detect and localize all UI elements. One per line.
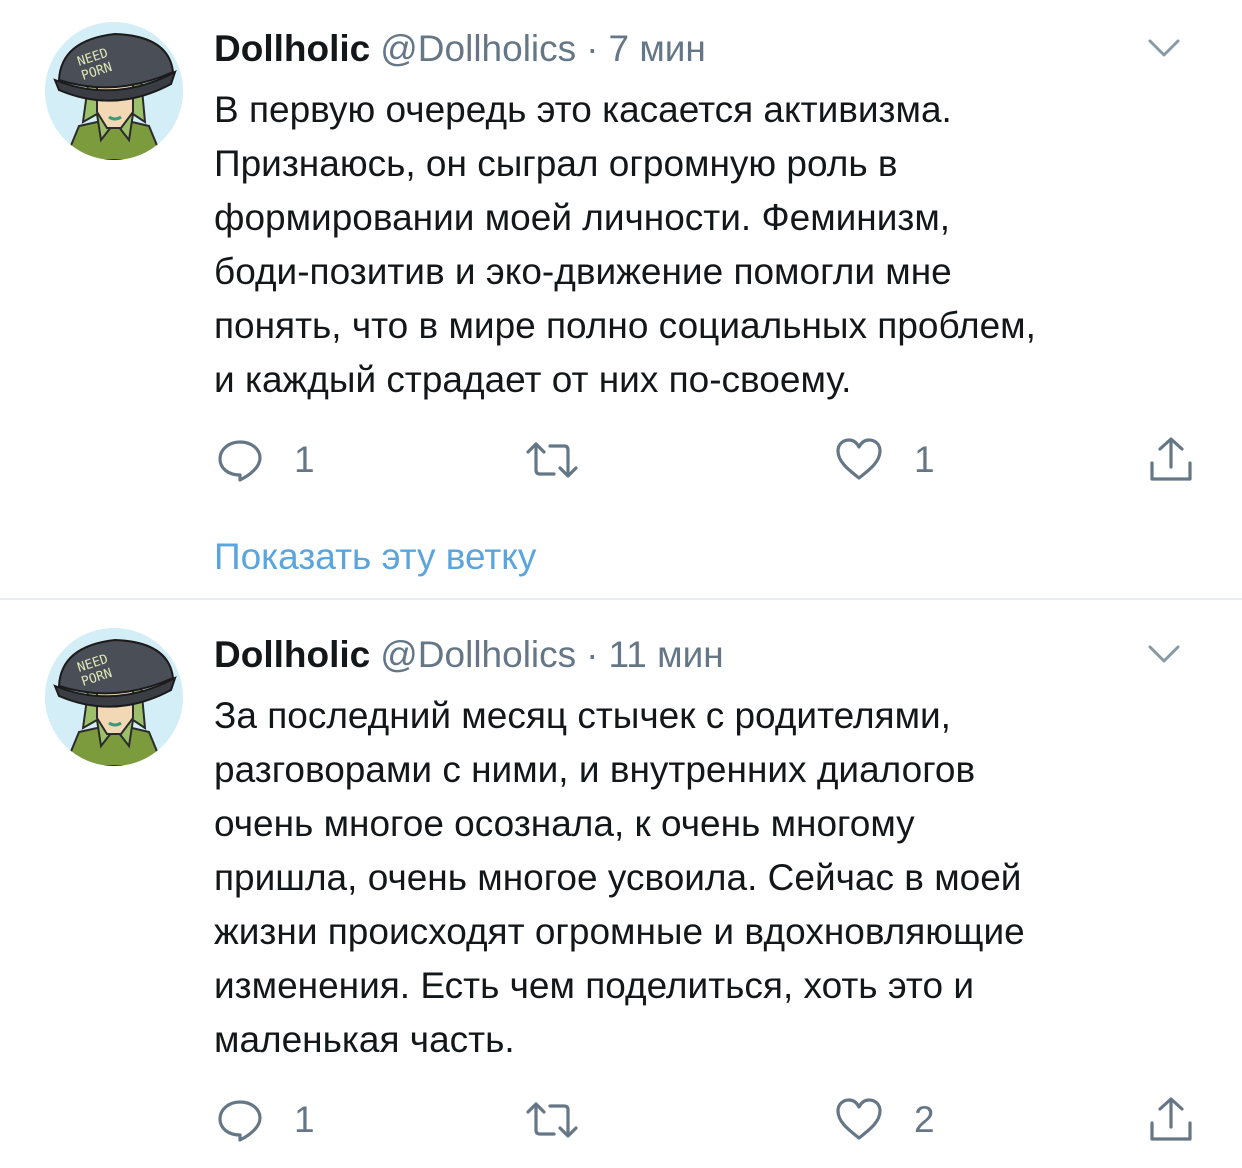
tweet-text-line: боди-позитив и эко-движение помогли мне — [214, 251, 952, 292]
separator-dot: · — [586, 634, 599, 675]
username-handle[interactable]: @Dollholics — [380, 28, 576, 69]
tweet-text: В первую очередь это касается активизма.… — [214, 83, 1214, 407]
retweet-icon — [526, 442, 578, 478]
username-handle[interactable]: @Dollholics — [380, 634, 576, 675]
like-button[interactable]: 1 — [834, 432, 935, 488]
timeline: NEED PORN Dollholic @Dollholics · 7 мин В п… — [0, 0, 1242, 1168]
tweet-text-line: жизни происходят огромные и вдохновляющи… — [214, 911, 1025, 952]
like-count: 2 — [914, 1099, 935, 1140]
reply-count: 1 — [294, 439, 315, 480]
avatar-image: NEED PORN — [45, 22, 183, 160]
share-icon — [1150, 437, 1192, 481]
reply-button[interactable]: 1 — [216, 1092, 315, 1148]
avatar[interactable]: NEED PORN — [45, 22, 183, 160]
chevron-down-icon[interactable] — [1142, 637, 1186, 673]
speech-bubble-icon — [218, 1100, 262, 1142]
tweet-header: Dollholic @Dollholics · 11 мин — [214, 631, 1202, 679]
tweet-header: Dollholic @Dollholics · 7 мин — [214, 25, 1202, 73]
display-name[interactable]: Dollholic — [214, 634, 370, 675]
tweet-actions: 1 1 — [214, 432, 1204, 488]
separator-dot: · — [586, 28, 599, 69]
tweet[interactable]: NEED PORN Dollholic @Dollholics · 11 мин За… — [0, 600, 1242, 1168]
retweet-button[interactable] — [524, 1092, 610, 1148]
tweet-text-line: разговорами с ними, и внутренних диалого… — [214, 749, 976, 790]
tweet-text-line: Признаюсь, он сыграл огромную роль в — [214, 143, 898, 184]
tweet-text-line: изменения. Есть чем поделиться, хоть это… — [214, 965, 974, 1006]
reply-button[interactable]: 1 — [216, 432, 315, 488]
avatar[interactable]: NEED PORN — [45, 628, 183, 766]
share-button[interactable] — [1146, 432, 1196, 488]
tweet-text-line: и каждый страдает от них по-своему. — [214, 359, 852, 400]
retweet-icon — [526, 1102, 578, 1138]
tweet-text-line: пришла, очень многое усвоила. Сейчас в м… — [214, 857, 1022, 898]
tweet-text-line: очень многое осознала, к очень многому — [214, 803, 915, 844]
reply-count: 1 — [294, 1099, 315, 1140]
share-icon — [1150, 1097, 1192, 1141]
timestamp[interactable]: 11 мин — [608, 634, 723, 675]
tweet-text: За последний месяц стычек с родителями, … — [214, 689, 1214, 1067]
tweet-text-line: За последний месяц стычек с родителями, — [214, 695, 951, 736]
like-count: 1 — [914, 439, 935, 480]
tweet-text-line: понять, что в мире полно социальных проб… — [214, 305, 1036, 346]
avatar-image: NEED PORN — [45, 628, 183, 766]
heart-icon — [836, 1098, 882, 1140]
like-button[interactable]: 2 — [834, 1092, 935, 1148]
tweet-text-line: В первую очередь это касается активизма. — [214, 89, 952, 130]
timestamp[interactable]: 7 мин — [608, 28, 705, 69]
show-thread-link[interactable]: Показать эту ветку — [214, 531, 536, 583]
tweet-text-line: маленькая часть. — [214, 1019, 515, 1060]
display-name[interactable]: Dollholic — [214, 28, 370, 69]
chevron-down-icon[interactable] — [1142, 31, 1186, 67]
tweet-actions: 1 2 — [214, 1092, 1204, 1148]
retweet-button[interactable] — [524, 432, 610, 488]
share-button[interactable] — [1146, 1092, 1196, 1148]
tweet-text-line: формировании моей личности. Феминизм, — [214, 197, 951, 238]
heart-icon — [836, 438, 882, 480]
tweet[interactable]: NEED PORN Dollholic @Dollholics · 7 мин В п… — [0, 0, 1242, 598]
speech-bubble-icon — [218, 440, 262, 482]
